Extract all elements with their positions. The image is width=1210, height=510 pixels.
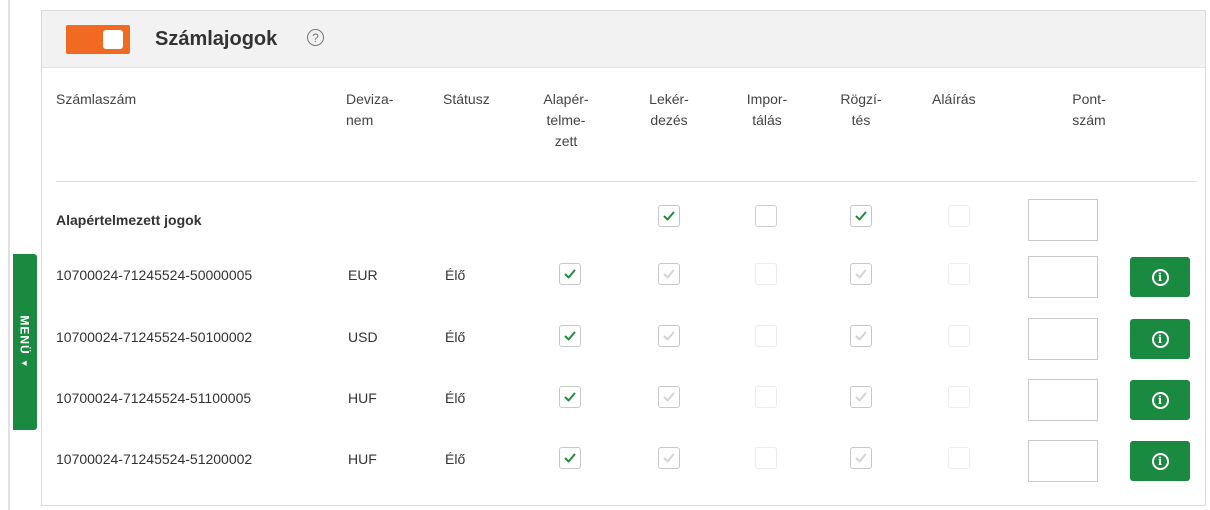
info-circle-icon: i	[1151, 452, 1169, 470]
col-query: Lekér- dezés	[639, 89, 699, 131]
status-cell: Élő	[445, 451, 466, 467]
default-checkbox[interactable]	[559, 325, 581, 347]
default-sign-checkbox	[948, 205, 970, 227]
col-import: Impor- tálás	[737, 89, 797, 131]
question-circle-icon[interactable]: ?	[307, 29, 324, 46]
col-default: Alapér- telme- zett	[536, 89, 596, 152]
status-cell: Élő	[445, 390, 466, 406]
side-menu-label: MENÜ	[18, 315, 33, 355]
account-number: 10700024-71245524-51200002	[56, 451, 253, 467]
col-query-line: Lekér-	[649, 91, 689, 107]
record-checkbox	[850, 325, 872, 347]
points-input[interactable]	[1028, 440, 1098, 482]
info-circle-icon: i	[1151, 330, 1169, 348]
query-checkbox	[658, 263, 680, 285]
sign-checkbox	[948, 386, 970, 408]
record-checkbox	[850, 386, 872, 408]
points-input[interactable]	[1028, 318, 1098, 360]
sign-checkbox	[948, 263, 970, 285]
record-checkbox	[850, 447, 872, 469]
col-points-line: szám	[1072, 112, 1106, 128]
info-button[interactable]: i	[1130, 257, 1190, 297]
col-default-line: zett	[554, 133, 578, 149]
sign-checkbox	[948, 325, 970, 347]
col-record-line: Rögzí-	[840, 91, 882, 107]
col-import-line: tálás	[752, 112, 782, 128]
default-rights-label: Alapértelmezett jogok	[56, 212, 202, 228]
status-cell: Élő	[445, 267, 466, 283]
default-query-checkbox[interactable]	[658, 205, 680, 227]
col-sign: Aláírás	[932, 91, 976, 107]
currency-cell: HUF	[348, 451, 377, 467]
query-checkbox	[658, 386, 680, 408]
col-import-line: Impor-	[746, 91, 788, 107]
points-input[interactable]	[1028, 256, 1098, 298]
query-checkbox	[658, 447, 680, 469]
col-default-line: telme-	[546, 112, 586, 128]
info-circle-icon: i	[1151, 268, 1169, 286]
col-default-line: Alapér-	[543, 91, 589, 107]
status-cell: Élő	[445, 329, 466, 345]
triangle-down-icon: ▼	[20, 358, 31, 369]
col-points: Pont- szám	[1059, 89, 1119, 131]
import-checkbox	[755, 325, 777, 347]
col-record: Rögzí- tés	[831, 89, 891, 131]
default-checkbox[interactable]	[559, 447, 581, 469]
account-rights-panel: Számlajogok ? Számlaszám Deviza- nem Stá…	[41, 10, 1206, 506]
account-number: 10700024-71245524-51100005	[56, 390, 252, 406]
default-checkbox[interactable]	[559, 386, 581, 408]
import-checkbox	[755, 263, 777, 285]
default-points-input[interactable]	[1028, 199, 1098, 241]
currency-cell: HUF	[348, 390, 377, 406]
import-checkbox	[755, 386, 777, 408]
currency-cell: EUR	[348, 267, 378, 283]
info-button[interactable]: i	[1130, 319, 1190, 359]
col-status: Státusz	[443, 91, 490, 107]
col-currency-line: nem	[346, 112, 374, 128]
panel-toggle[interactable]	[66, 25, 130, 54]
left-divider	[8, 0, 10, 510]
record-checkbox	[850, 263, 872, 285]
side-menu-tab[interactable]: MENÜ ▼	[13, 254, 37, 430]
import-checkbox	[755, 447, 777, 469]
col-query-line: dezés	[650, 112, 688, 128]
col-record-line: tés	[851, 112, 871, 128]
account-number: 10700024-71245524-50000005	[56, 267, 253, 283]
info-button[interactable]: i	[1130, 380, 1190, 420]
default-import-checkbox[interactable]	[755, 205, 777, 227]
col-currency-line: Deviza-	[346, 91, 394, 107]
toggle-knob	[103, 30, 123, 49]
currency-cell: USD	[348, 329, 378, 345]
info-button[interactable]: i	[1130, 441, 1190, 481]
panel-header: Számlajogok ?	[42, 11, 1205, 68]
panel-title: Számlajogok	[155, 28, 278, 50]
header-divider	[56, 181, 1197, 182]
points-input[interactable]	[1028, 379, 1098, 421]
col-account: Számlaszám	[56, 91, 137, 107]
info-circle-icon: i	[1151, 391, 1169, 409]
query-checkbox	[658, 325, 680, 347]
default-checkbox[interactable]	[559, 263, 581, 285]
col-points-line: Pont-	[1072, 91, 1106, 107]
col-currency: Deviza- nem	[346, 89, 393, 131]
sign-checkbox	[948, 447, 970, 469]
account-number: 10700024-71245524-50100002	[56, 329, 253, 345]
default-record-checkbox[interactable]	[850, 205, 872, 227]
